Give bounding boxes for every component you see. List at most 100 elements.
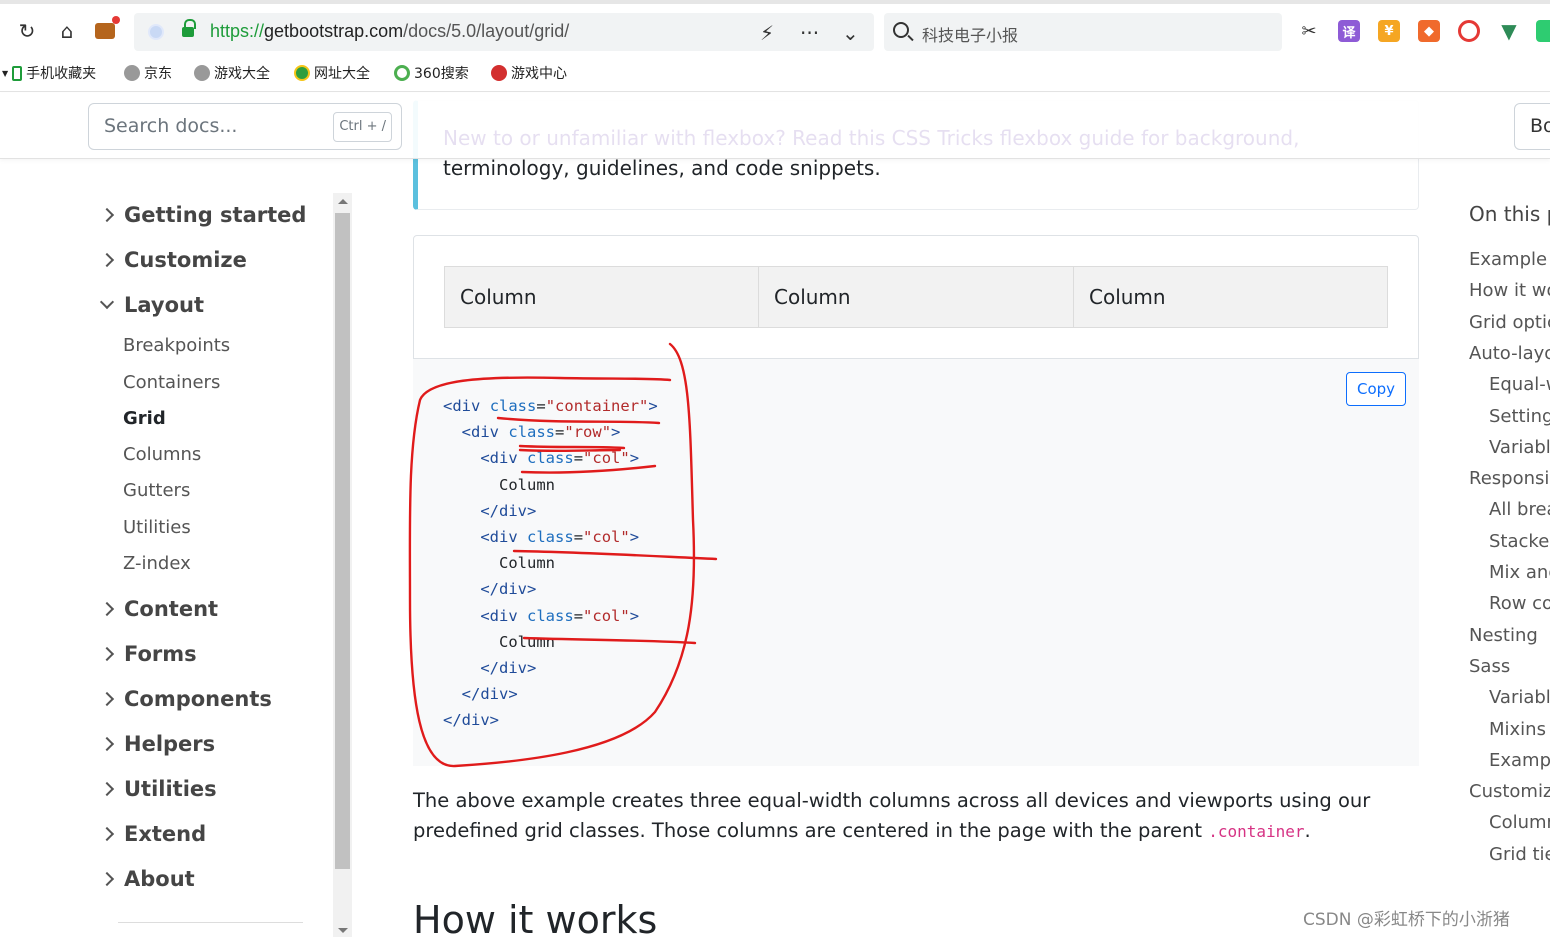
code-snippet[interactable]: <div class="container"> <div class="row"… xyxy=(443,393,658,734)
toc-item[interactable]: Exampl xyxy=(1489,750,1550,771)
watermark: CSDN @彩虹桥下的小浙猪 xyxy=(1303,910,1510,930)
inline-code: .container xyxy=(1208,822,1305,841)
lock-icon xyxy=(182,19,196,38)
bookmark-jd[interactable]: 京东 xyxy=(124,63,172,83)
bookmark-mobile[interactable]: ▼ 手机收藏夹 xyxy=(2,63,96,83)
chevron-right-icon xyxy=(99,871,115,887)
home-icon[interactable]: ⌂ xyxy=(54,18,80,44)
header-right-button[interactable]: Bo xyxy=(1514,103,1550,150)
scrollbar-thumb[interactable] xyxy=(335,213,350,869)
toc-item[interactable]: Grid tie xyxy=(1489,844,1550,865)
sidebar-item-gutters[interactable]: Gutters xyxy=(123,480,190,501)
section-heading: How it works xyxy=(413,898,658,937)
toc-item[interactable]: Nesting xyxy=(1469,625,1538,646)
example-column: Column xyxy=(758,266,1074,328)
sidebar-group-layout[interactable]: Layout xyxy=(99,293,204,317)
sidebar-item-breakpoints[interactable]: Breakpoints xyxy=(123,335,230,356)
vue-extension-icon[interactable]: ▼ xyxy=(1498,19,1520,43)
sidebar-item-z-index[interactable]: Z-index xyxy=(123,553,191,574)
power-extension-icon[interactable] xyxy=(1458,20,1480,42)
toc-item[interactable]: Responsiv xyxy=(1469,468,1550,489)
docs-search-input[interactable]: Search docs... Ctrl + / xyxy=(88,103,402,150)
plus-icon xyxy=(294,65,310,81)
docs-sidebar xyxy=(0,160,352,937)
lightning-icon[interactable]: ⚡ xyxy=(760,21,774,45)
chevron-right-icon xyxy=(99,601,115,617)
toc-item[interactable]: Stacked xyxy=(1489,531,1550,552)
callout-text: terminology, guidelines, and code snippe… xyxy=(443,156,881,180)
example-column: Column xyxy=(1073,266,1388,328)
toc-item[interactable]: Variable xyxy=(1489,687,1550,708)
toc-item[interactable]: Variable xyxy=(1489,437,1550,458)
bookmark-games[interactable]: 游戏大全 xyxy=(194,63,270,83)
toc-item[interactable]: Sass xyxy=(1469,656,1510,677)
description-paragraph: The above example creates three equal-wi… xyxy=(413,789,1371,842)
sidebar-group-about[interactable]: About xyxy=(99,867,195,891)
toc-item[interactable]: Auto-layo xyxy=(1469,343,1550,364)
sidebar-item-columns[interactable]: Columns xyxy=(123,444,201,465)
toc-item[interactable]: Setting xyxy=(1489,406,1550,427)
header-faded-text: New to or unfamiliar with flexbox? Read … xyxy=(443,126,1300,150)
translate-icon[interactable]: 译 xyxy=(1338,20,1360,42)
more-icon[interactable]: ··· xyxy=(800,21,819,45)
360-icon xyxy=(394,65,410,81)
sidebar-group-extend[interactable]: Extend xyxy=(99,822,206,846)
chevron-right-icon xyxy=(99,207,115,223)
chevron-right-icon xyxy=(99,781,115,797)
search-placeholder: Search docs... xyxy=(104,115,238,137)
url-text: https://getbootstrap.com/docs/5.0/layout… xyxy=(210,21,570,41)
chevron-right-icon xyxy=(99,736,115,752)
sidebar-group-customize[interactable]: Customize xyxy=(99,248,247,272)
toc-item[interactable]: Equal-w xyxy=(1489,374,1550,395)
browser-search-box[interactable]: 科技电子小报 xyxy=(884,13,1282,51)
toc-item[interactable]: Column xyxy=(1489,812,1550,833)
sidebar-scrollbar[interactable] xyxy=(333,193,352,937)
bookmark-nav[interactable]: 网址大全 xyxy=(294,63,370,83)
address-bar[interactable]: https://getbootstrap.com/docs/5.0/layout… xyxy=(134,13,874,51)
example-column: Column xyxy=(444,266,759,328)
briefcase-icon[interactable] xyxy=(92,16,120,44)
bookmark-game-center[interactable]: 游戏中心 xyxy=(491,63,567,83)
globe-icon xyxy=(124,65,140,81)
toc-item[interactable]: Grid optic xyxy=(1469,312,1550,333)
security-shield-icon xyxy=(148,24,164,40)
docs-header: New to or unfamiliar with flexbox? Read … xyxy=(0,93,1550,159)
toc-item[interactable]: Mixins xyxy=(1489,719,1546,740)
sidebar-group-utilities[interactable]: Utilities xyxy=(99,777,217,801)
sidebar-group-forms[interactable]: Forms xyxy=(99,642,197,666)
sidebar-group-getting-started[interactable]: Getting started xyxy=(99,203,306,227)
copy-button[interactable]: Copy xyxy=(1346,372,1406,406)
sidebar-group-components[interactable]: Components xyxy=(99,687,272,711)
sidebar-group-content[interactable]: Content xyxy=(99,597,218,621)
search-icon xyxy=(893,22,909,38)
phone-icon xyxy=(12,65,23,81)
sidebar-group-helpers[interactable]: Helpers xyxy=(99,732,215,756)
chevron-right-icon xyxy=(99,826,115,842)
chevron-right-icon xyxy=(99,252,115,268)
shield-extension-icon[interactable]: ¥ xyxy=(1378,20,1400,42)
toc-item[interactable]: All brea xyxy=(1489,499,1550,520)
search-shortcut: Ctrl + / xyxy=(333,112,392,142)
scissors-icon[interactable]: ✂ xyxy=(1298,20,1320,42)
toc-item[interactable]: Mix and xyxy=(1489,562,1550,583)
game-center-icon xyxy=(491,65,507,81)
toc-item[interactable]: Row co xyxy=(1489,593,1550,614)
toc-item[interactable]: How it wo xyxy=(1469,280,1550,301)
sidebar-item-utilities[interactable]: Utilities xyxy=(123,517,191,538)
browser-search-text: 科技电子小报 xyxy=(922,28,1019,45)
reload-icon[interactable]: ↻ xyxy=(14,18,40,44)
game-extension-icon[interactable]: ◆ xyxy=(1418,20,1440,42)
toc-item[interactable]: Customizi xyxy=(1469,781,1550,802)
sidebar-item-grid[interactable]: Grid xyxy=(123,408,166,429)
sidebar-divider xyxy=(118,922,303,923)
chevron-down-icon[interactable]: ⌄ xyxy=(842,21,859,45)
green-extension-icon[interactable] xyxy=(1536,20,1550,42)
bookmarks-bar: ▼ 手机收藏夹 京东 游戏大全 网址大全 360搜索 游戏中心 xyxy=(0,56,1550,92)
scroll-up-arrow-icon[interactable] xyxy=(338,199,348,204)
toc-item[interactable]: Example xyxy=(1469,249,1547,270)
bookmark-360[interactable]: 360搜索 xyxy=(394,63,469,83)
globe-icon xyxy=(194,65,210,81)
sidebar-item-containers[interactable]: Containers xyxy=(123,372,220,393)
toc-title: On this p xyxy=(1469,202,1550,226)
scroll-down-arrow-icon[interactable] xyxy=(338,928,348,933)
